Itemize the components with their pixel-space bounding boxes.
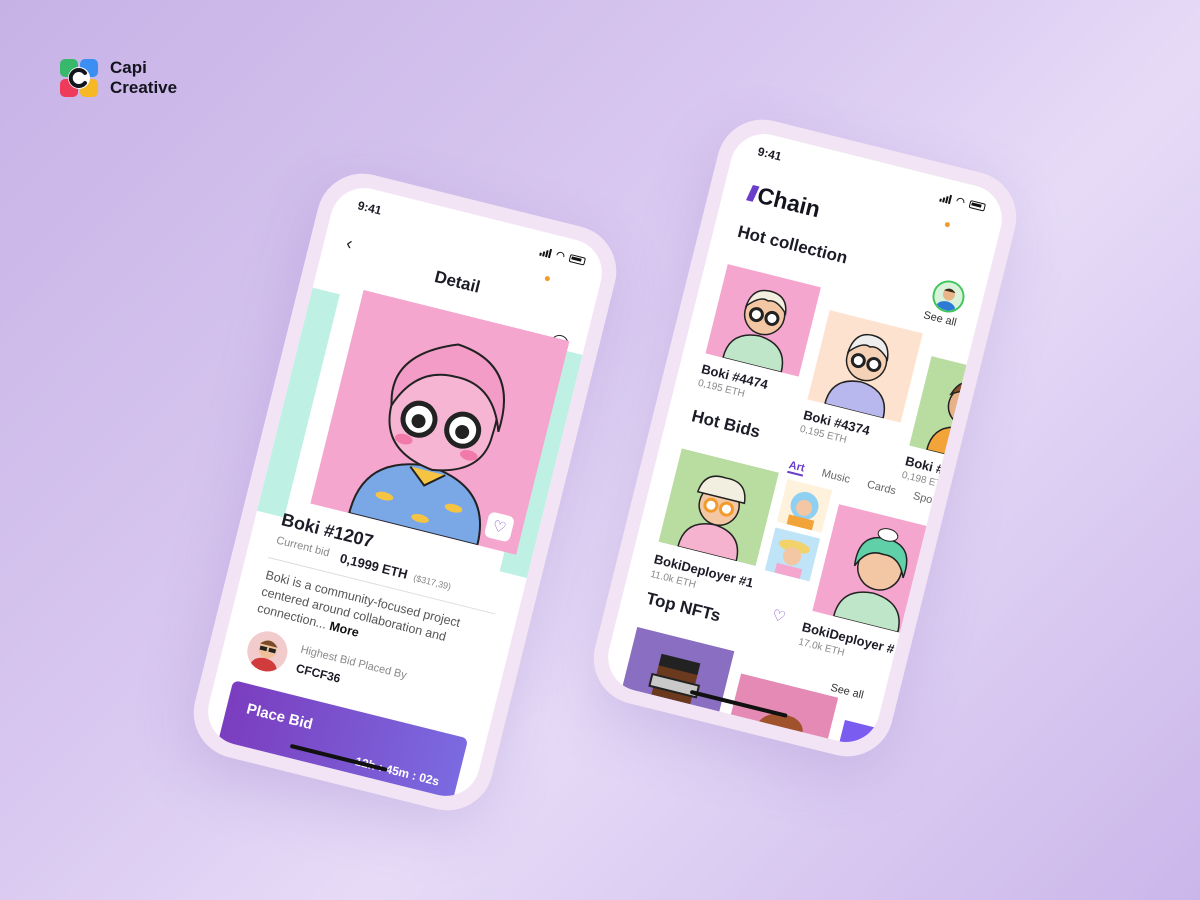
- camera-indicator: [944, 221, 951, 228]
- hot-collection-card[interactable]: Boki #4374 0,195 ETH: [794, 310, 923, 477]
- user-avatar[interactable]: [929, 277, 968, 316]
- camera-indicator: [544, 275, 551, 282]
- auction-timer: 12h : 45m : 02s: [353, 754, 441, 789]
- hot-bid-thumb[interactable]: [764, 527, 821, 582]
- detail-screen: 9:41 ◠ ‹ Detail !: [200, 180, 610, 804]
- collection-thumb: [807, 310, 923, 423]
- capi-logo-icon: [60, 59, 98, 97]
- hot-bid-card-art[interactable]: [658, 448, 779, 566]
- wifi-icon: ◠: [954, 195, 967, 208]
- phone-home: 9:41 ◠ /// Chain Hot collection See all: [583, 109, 1027, 767]
- home-screen: 9:41 ◠ /// Chain Hot collection See all: [600, 126, 1010, 750]
- tab-music[interactable]: Music: [820, 467, 851, 488]
- tab-art[interactable]: Art: [787, 459, 806, 477]
- status-time: 9:41: [756, 144, 784, 164]
- hot-collection-title: Hot collection: [735, 221, 850, 268]
- tab-sports[interactable]: Sports: [911, 490, 946, 511]
- status-icons: ◠: [539, 245, 587, 267]
- wifi-icon: ◠: [554, 249, 567, 262]
- hot-collection-card[interactable]: Boki #72 0,198 ETH: [901, 356, 1010, 503]
- place-bid-label: Place Bid: [244, 700, 315, 734]
- collection-thumb: [705, 264, 821, 377]
- current-bid-usd: ($317,39): [412, 572, 453, 592]
- battery-icon: [968, 199, 987, 212]
- battery-icon: [568, 253, 587, 266]
- status-icons: ◠: [939, 191, 987, 213]
- top-nft-card[interactable]: [613, 627, 735, 749]
- favorite-heart-icon[interactable]: ♡: [770, 606, 787, 627]
- collection-name: Boki #72: [903, 453, 960, 481]
- app-logo: /// Chain: [744, 179, 823, 223]
- brand-line-2: Creative: [110, 78, 178, 97]
- tab-cards[interactable]: Cards: [865, 479, 897, 500]
- app-name: Chain: [754, 181, 824, 223]
- brand-line-1: Capi: [110, 58, 147, 77]
- bidder-avatar[interactable]: [243, 627, 292, 676]
- top-nfts-title: Top NFTs: [644, 588, 723, 626]
- bidder-id: CFCF36: [294, 661, 342, 686]
- hot-bid-thumb[interactable]: [776, 478, 833, 533]
- signal-icon: [939, 192, 953, 204]
- see-more-label: See more of this: [297, 779, 364, 804]
- status-time: 9:41: [356, 198, 384, 218]
- top-nft-card[interactable]: [820, 720, 942, 750]
- top-nfts-list: [603, 627, 951, 750]
- place-bid-button[interactable]: Place Bid 12h : 45m : 02s: [216, 680, 469, 804]
- collection-thumb: [909, 356, 1010, 469]
- signal-icon: [539, 246, 553, 258]
- brand: Capi Creative: [60, 58, 177, 98]
- hot-bid-card-2[interactable]: [812, 504, 946, 638]
- brand-name: Capi Creative: [110, 58, 177, 98]
- phone-detail: 9:41 ◠ ‹ Detail !: [183, 163, 627, 821]
